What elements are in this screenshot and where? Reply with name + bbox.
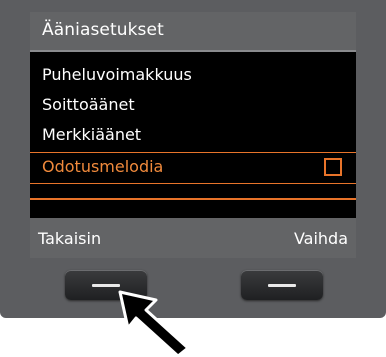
softkey-dash-icon: [268, 284, 296, 287]
screen-title: Ääniasetukset: [42, 20, 164, 40]
softkey-dash-icon: [92, 284, 120, 287]
menu-divider: [30, 198, 356, 200]
right-softkey-button[interactable]: [241, 270, 323, 300]
arrow-pointer-icon: [118, 290, 190, 357]
menu-item-label: Odotusmelodia: [42, 157, 164, 176]
menu-item-label: Merkkiäänet: [42, 125, 142, 144]
title-bar: Ääniasetukset: [30, 12, 356, 52]
menu-item-label: Puheluvoimakkuus: [42, 65, 192, 84]
menu-item-odotusmelodia[interactable]: Odotusmelodia: [30, 152, 356, 184]
softkey-bar: Takaisin Vaihda: [30, 218, 356, 258]
menu-item-merkkiaanet[interactable]: Merkkiäänet: [30, 122, 356, 152]
menu-item-soittoaanet[interactable]: Soittoäänet: [30, 92, 356, 122]
menu-item-puheluvoimakkuus[interactable]: Puheluvoimakkuus: [30, 62, 356, 92]
menu-list: Puheluvoimakkuus Soittoäänet Merkkiäänet…: [30, 62, 356, 184]
checkbox-icon[interactable]: [324, 158, 342, 176]
softkey-right-label: Vaihda: [293, 229, 348, 248]
phone-display-illustration: Ääniasetukset Puheluvoimakkuus Soittoään…: [0, 0, 386, 357]
softkey-left-label: Takaisin: [38, 229, 102, 248]
menu-item-label: Soittoäänet: [42, 95, 135, 114]
